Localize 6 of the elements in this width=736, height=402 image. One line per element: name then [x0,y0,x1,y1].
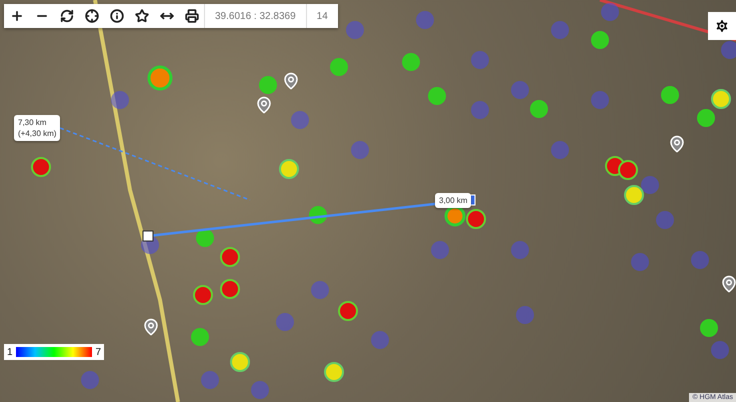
coordinates-field: 39.6016 : 32.8369 [204,4,306,28]
distance-tooltip: 3,00 km [435,193,472,208]
legend-max-label: 7 [95,346,101,358]
legend-min-label: 1 [7,346,13,358]
distance-tooltip: 7,30 km (+4,30 km) [14,115,60,141]
zoom-level-field: 14 [306,4,338,28]
